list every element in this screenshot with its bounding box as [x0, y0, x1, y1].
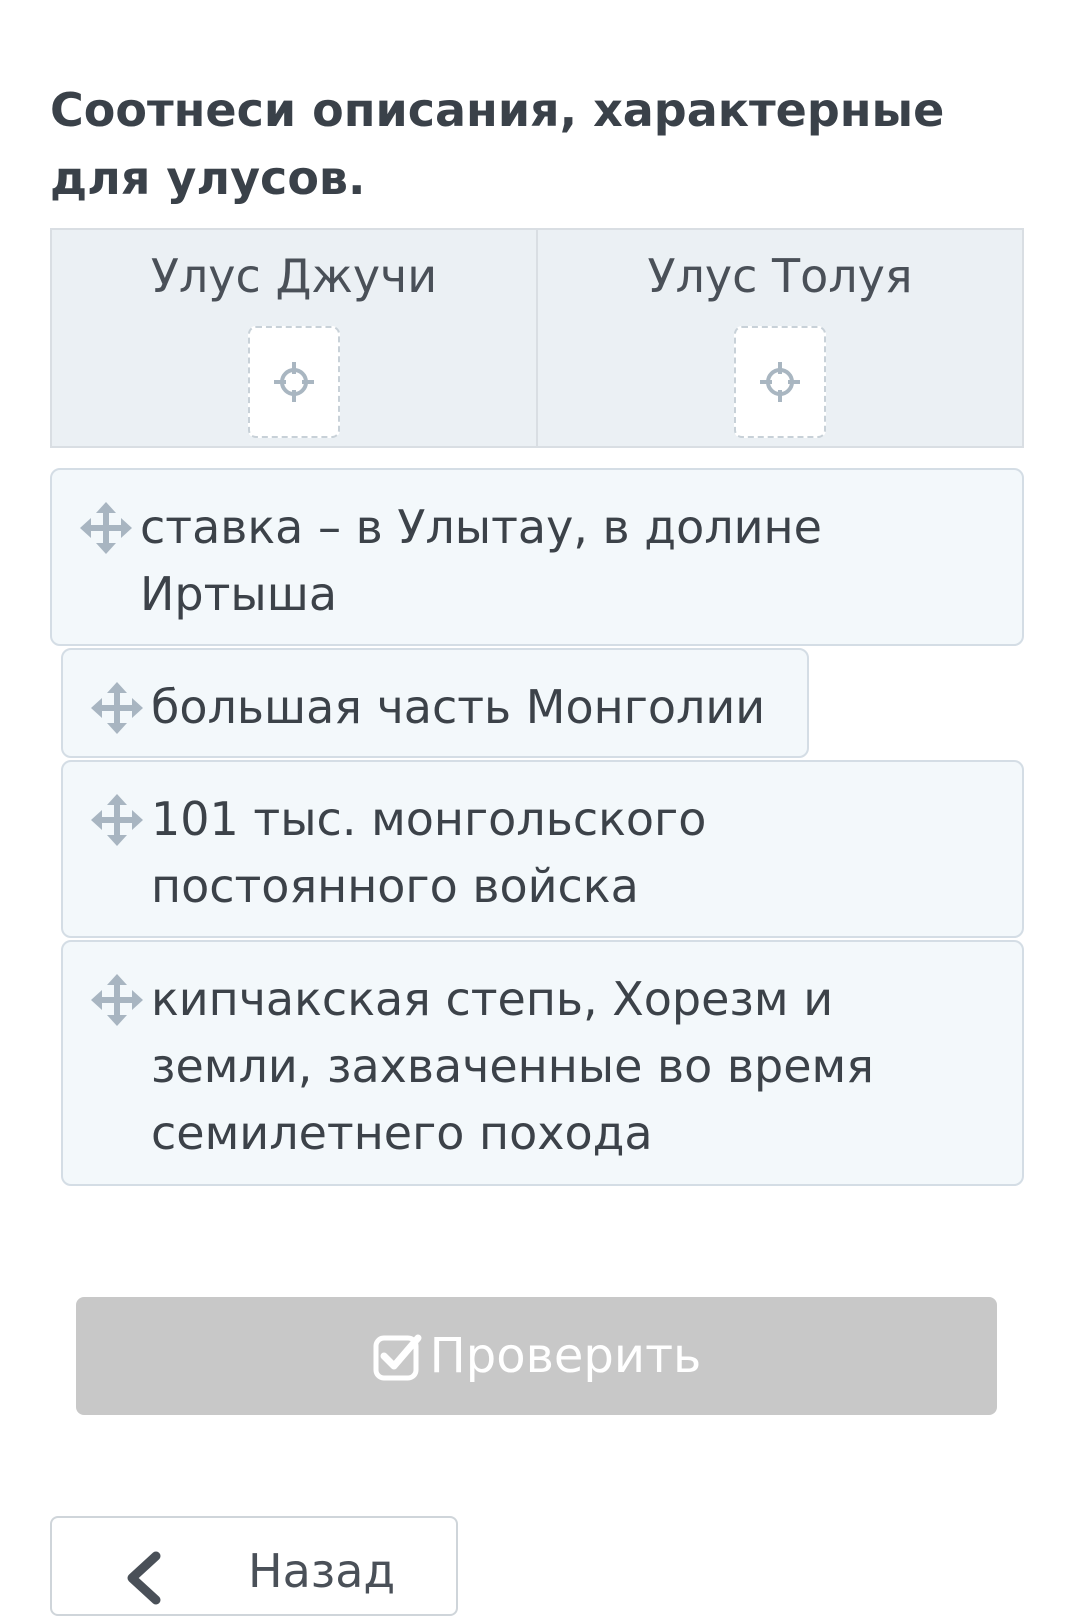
draggable-card[interactable]: ставка – в Улытау, в долине Иртыша	[50, 468, 1024, 646]
back-button-label: Назад	[248, 1544, 396, 1598]
move-icon[interactable]	[91, 682, 143, 734]
card-text: кипчакская степь, Хорезм и земли, захвач…	[151, 972, 874, 1160]
crosshair-icon	[760, 362, 800, 402]
check-button[interactable]: Проверить	[76, 1297, 997, 1415]
card-text: большая часть Монголии	[151, 680, 766, 734]
draggable-card[interactable]: большая часть Монголии	[61, 648, 809, 758]
target-label: Улус Джучи	[150, 249, 438, 303]
card-text: 101 тыс. монгольского постоянного войска	[151, 792, 707, 913]
drop-zone[interactable]	[734, 326, 826, 438]
move-icon[interactable]	[91, 794, 143, 846]
drop-zone[interactable]	[248, 326, 340, 438]
target-label: Улус Толуя	[647, 249, 913, 303]
crosshair-icon	[274, 362, 314, 402]
move-icon[interactable]	[80, 502, 132, 554]
draggable-card[interactable]: кипчакская степь, Хорезм и земли, захвач…	[61, 940, 1024, 1186]
check-square-icon	[373, 1334, 422, 1381]
draggable-card[interactable]: 101 тыс. монгольского постоянного войска	[61, 760, 1024, 938]
move-icon[interactable]	[91, 974, 143, 1026]
target-column-toluy: Улус Толуя	[536, 230, 1022, 446]
chevron-left-icon	[127, 1551, 161, 1605]
target-column-juchi: Улус Джучи	[52, 230, 536, 446]
check-button-label: Проверить	[429, 1328, 702, 1384]
task-title: Соотнеси описания, характерные для улусо…	[50, 83, 945, 205]
back-button[interactable]: Назад	[50, 1516, 458, 1616]
target-columns: Улус Джучи Улус Толуя	[50, 228, 1024, 448]
card-text: ставка – в Улытау, в долине Иртыша	[140, 500, 822, 621]
